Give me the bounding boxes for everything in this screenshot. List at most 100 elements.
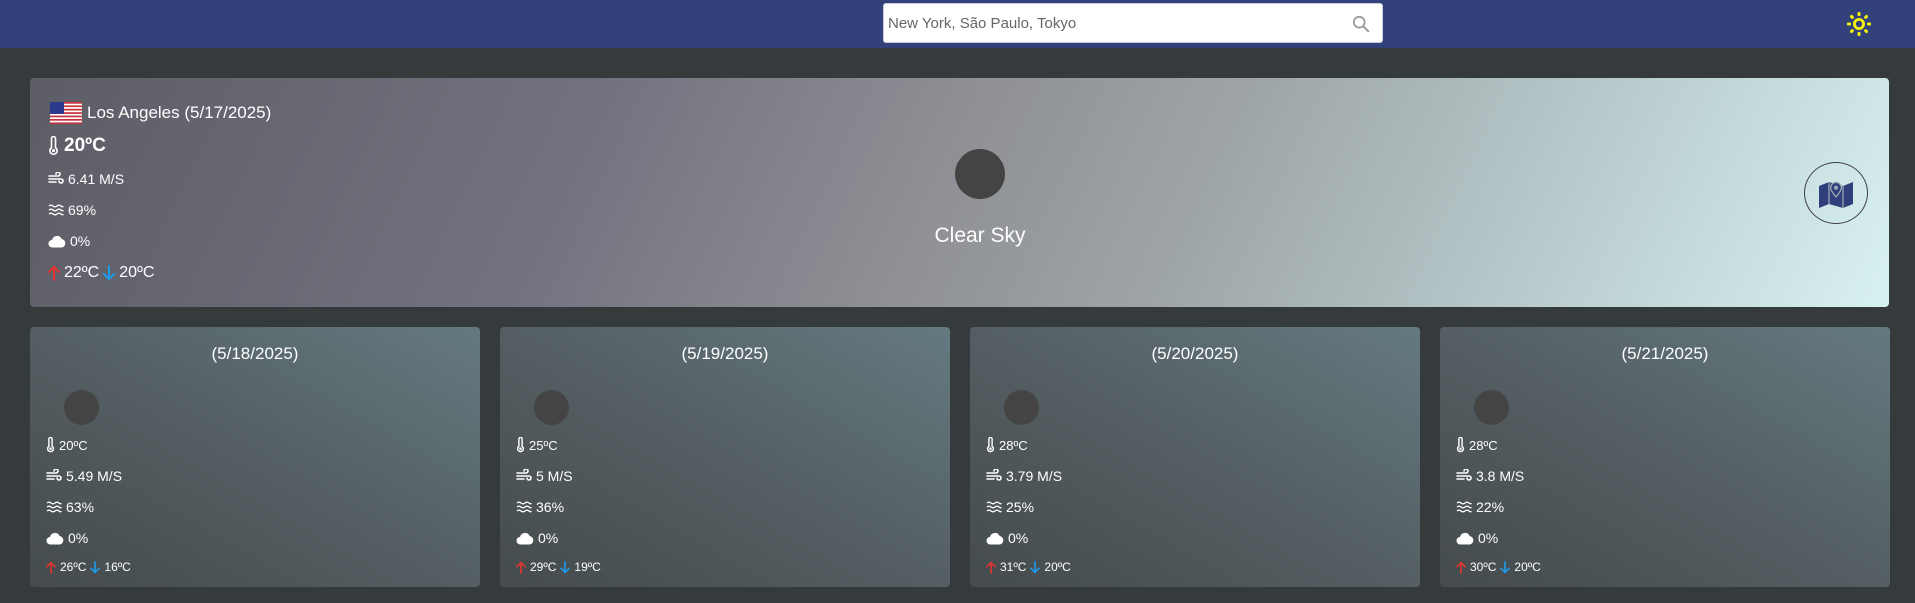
forecast-humidity: 25%: [986, 499, 1034, 515]
weather-description: Clear Sky: [934, 224, 1026, 247]
city-and-date: Los Angeles (5/17/2025): [87, 103, 272, 122]
cloud-icon: [986, 532, 1004, 545]
forecast-temperature: 20ºC: [46, 437, 88, 453]
max-temperature: 29ºC: [530, 560, 557, 574]
forecast-clouds: 0%: [1456, 530, 1498, 546]
humidity-value: 25%: [1006, 499, 1035, 515]
forecast-card-2: (5/19/2025) 25ºC 5 M/S 36% 0% 29ºC 19ºC: [500, 327, 950, 587]
clouds-value: 0%: [1478, 530, 1499, 546]
forecast-temperature: 28ºC: [1456, 437, 1498, 453]
current-wind: 6.41 M/S: [48, 171, 124, 187]
humidity-icon: [46, 501, 62, 513]
thermometer-icon: [49, 136, 58, 156]
temperature-value: 25ºC: [529, 437, 558, 453]
wind-icon: [986, 469, 1002, 481]
forecast-wind: 3.8 M/S: [1456, 468, 1524, 484]
current-clouds: 0%: [48, 233, 90, 249]
forecast-temperature: 25ºC: [516, 437, 558, 453]
clouds-value: 0%: [68, 530, 89, 546]
thermometer-icon: [46, 437, 55, 453]
arrow-up-icon: [48, 265, 60, 281]
temperature-value: 20ºC: [59, 437, 88, 453]
arrow-up-icon: [46, 560, 56, 574]
thermometer-icon: [516, 437, 525, 453]
current-min-max: 22ºC 20ºC: [48, 264, 154, 282]
humidity-icon: [48, 204, 64, 216]
min-temperature: 19ºC: [574, 560, 601, 574]
cloud-icon: [46, 532, 64, 545]
map-button[interactable]: [1804, 162, 1868, 224]
min-temperature: 20ºC: [1514, 560, 1541, 574]
min-temperature: 16ºC: [104, 560, 131, 574]
thermometer-icon: [986, 437, 995, 453]
wind-value: 6.41 M/S: [68, 171, 125, 187]
search-box[interactable]: [883, 3, 1383, 43]
humidity-value: 36%: [536, 499, 565, 515]
forecast-date: (5/21/2025): [1621, 344, 1709, 363]
forecast-temperature: 28ºC: [986, 437, 1028, 453]
forecast-min-max: 29ºC 19ºC: [516, 560, 601, 574]
weather-condition-icon: [1004, 390, 1039, 425]
search-input[interactable]: [888, 4, 1328, 42]
arrow-down-icon: [560, 560, 571, 574]
wind-value: 3.8 M/S: [1476, 468, 1525, 484]
forecast-date: (5/19/2025): [681, 344, 769, 363]
thermometer-icon: [1456, 437, 1465, 453]
max-temperature: 22ºC: [64, 264, 100, 281]
weather-condition-icon: [534, 390, 569, 425]
forecast-min-max: 26ºC 16ºC: [46, 560, 131, 574]
forecast-humidity: 63%: [46, 499, 94, 515]
forecast-wind: 5 M/S: [516, 468, 573, 484]
current-temperature: 20ºC: [48, 135, 106, 157]
clouds-value: 0%: [70, 233, 91, 249]
humidity-icon: [1456, 501, 1472, 513]
humidity-value: 63%: [66, 499, 95, 515]
wind-value: 5.49 M/S: [66, 468, 123, 484]
humidity-value: 69%: [68, 202, 97, 218]
us-flag-icon: [50, 102, 82, 124]
sun-icon[interactable]: [1846, 11, 1872, 37]
cloud-icon: [516, 532, 534, 545]
arrow-up-icon: [986, 560, 996, 574]
forecast-clouds: 0%: [516, 530, 558, 546]
arrow-down-icon: [103, 265, 116, 281]
clouds-value: 0%: [1008, 530, 1029, 546]
wind-value: 5 M/S: [536, 468, 573, 484]
humidity-icon: [516, 501, 532, 513]
weather-condition-icon: [64, 390, 99, 425]
search-icon[interactable]: [1352, 15, 1370, 33]
forecast-wind: 5.49 M/S: [46, 468, 122, 484]
weather-condition-icon: [1474, 390, 1509, 425]
current-weather-card: Los Angeles (5/17/2025) 20ºC 6.41 M/S 69…: [30, 78, 1889, 307]
forecast-min-max: 30ºC 20ºC: [1456, 560, 1541, 574]
clouds-value: 0%: [538, 530, 559, 546]
temperature-value: 28ºC: [999, 437, 1028, 453]
arrow-up-icon: [1456, 560, 1466, 574]
wind-icon: [48, 172, 64, 184]
humidity-icon: [986, 501, 1002, 513]
wind-icon: [46, 469, 62, 481]
wind-icon: [1456, 469, 1472, 481]
min-temperature: 20ºC: [119, 264, 155, 281]
cloud-icon: [48, 235, 66, 248]
forecast-card-3: (5/20/2025) 28ºC 3.79 M/S 25% 0% 31ºC 20…: [970, 327, 1420, 587]
cloud-icon: [1456, 532, 1474, 545]
forecast-humidity: 22%: [1456, 499, 1504, 515]
forecast-card-1: (5/18/2025) 20ºC 5.49 M/S 63% 0% 26ºC 16…: [30, 327, 480, 587]
temperature-value: 20ºC: [64, 135, 106, 156]
wind-icon: [516, 469, 532, 481]
max-temperature: 26ºC: [60, 560, 87, 574]
forecast-card-4: (5/21/2025) 28ºC 3.8 M/S 22% 0% 30ºC 20º…: [1440, 327, 1890, 587]
forecast-humidity: 36%: [516, 499, 564, 515]
weather-condition-icon: [955, 149, 1005, 199]
forecast-clouds: 0%: [986, 530, 1028, 546]
top-navbar: [0, 0, 1915, 48]
forecast-clouds: 0%: [46, 530, 88, 546]
forecast-wind: 3.79 M/S: [986, 468, 1062, 484]
wind-value: 3.79 M/S: [1006, 468, 1063, 484]
humidity-value: 22%: [1476, 499, 1505, 515]
min-temperature: 20ºC: [1044, 560, 1071, 574]
forecast-date: (5/20/2025): [1151, 344, 1239, 363]
arrow-down-icon: [1030, 560, 1041, 574]
temperature-value: 28ºC: [1469, 437, 1498, 453]
